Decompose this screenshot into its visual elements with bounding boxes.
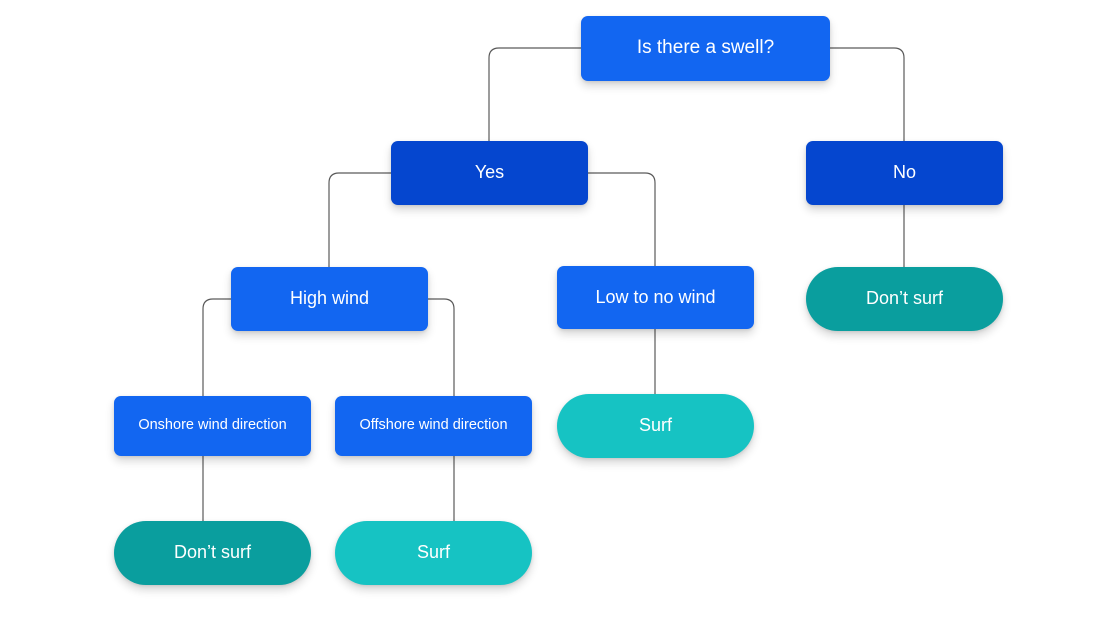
connector-swell-to-no: [830, 47, 905, 141]
node-label-swell: Is there a swell?: [636, 37, 775, 59]
connector-yes-to-low-no-wind: [588, 172, 656, 266]
node-label-offshore: Offshore wind direction: [359, 417, 508, 434]
connector-swell-to-yes: [488, 47, 581, 141]
node-label-yes: Yes: [474, 162, 505, 183]
node-no[interactable]: No: [806, 141, 1003, 205]
node-low-no-wind[interactable]: Low to no wind: [557, 266, 754, 329]
node-dont-surf-no[interactable]: Don’t surf: [806, 267, 1003, 331]
node-offshore[interactable]: Offshore wind direction: [335, 396, 532, 456]
node-high-wind[interactable]: High wind: [231, 267, 428, 331]
node-label-high-wind: High wind: [289, 288, 370, 309]
node-yes[interactable]: Yes: [391, 141, 588, 205]
node-swell[interactable]: Is there a swell?: [581, 16, 830, 81]
node-dont-surf-onshore[interactable]: Don’t surf: [114, 521, 311, 585]
node-label-dont-surf-no: Don’t surf: [865, 288, 944, 309]
connector-high-wind-to-offshore: [428, 298, 455, 396]
connector-high-wind-to-onshore: [202, 298, 231, 396]
decision-tree-diagram: Is there a swell? Yes No High wind Low to no…: [0, 0, 1120, 631]
node-label-dont-surf-onshore: Don’t surf: [173, 542, 252, 563]
node-label-surf-offshore: Surf: [416, 542, 450, 563]
connector-yes-to-high-wind: [328, 172, 391, 267]
node-surf-offshore[interactable]: Surf: [335, 521, 532, 585]
node-label-surf-lownowind: Surf: [638, 415, 672, 436]
node-label-no: No: [892, 162, 916, 183]
node-surf-lownowind[interactable]: Surf: [557, 394, 754, 458]
node-onshore[interactable]: Onshore wind direction: [114, 396, 311, 456]
node-label-onshore: Onshore wind direction: [138, 417, 287, 434]
node-label-low-no-wind: Low to no wind: [595, 286, 716, 307]
